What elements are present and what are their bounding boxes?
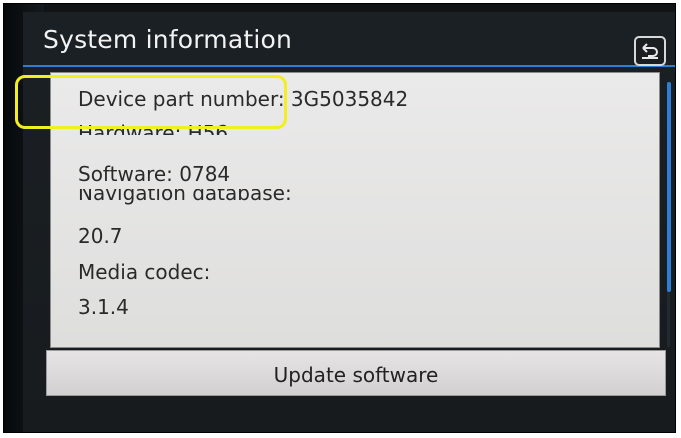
scrollbar-thumb[interactable] [667,82,671,292]
media-codec-label: Media codec: [78,260,211,284]
page-title: System information [43,25,293,54]
back-arrow-icon [642,43,658,59]
update-software-label: Update software [273,363,439,387]
highlight-annotation [15,75,287,129]
title-bar: System information [23,12,675,67]
media-codec-value: 3.1.4 [78,295,129,319]
navigation-database-value: 20.7 [78,224,123,248]
navigation-database-label: Navigation database: [78,189,292,205]
software-version: Software: 0784 [78,162,231,186]
update-software-button[interactable]: Update software [46,350,666,396]
photo-frame: System information Device part number: 3… [3,3,676,433]
back-button[interactable] [634,36,666,66]
